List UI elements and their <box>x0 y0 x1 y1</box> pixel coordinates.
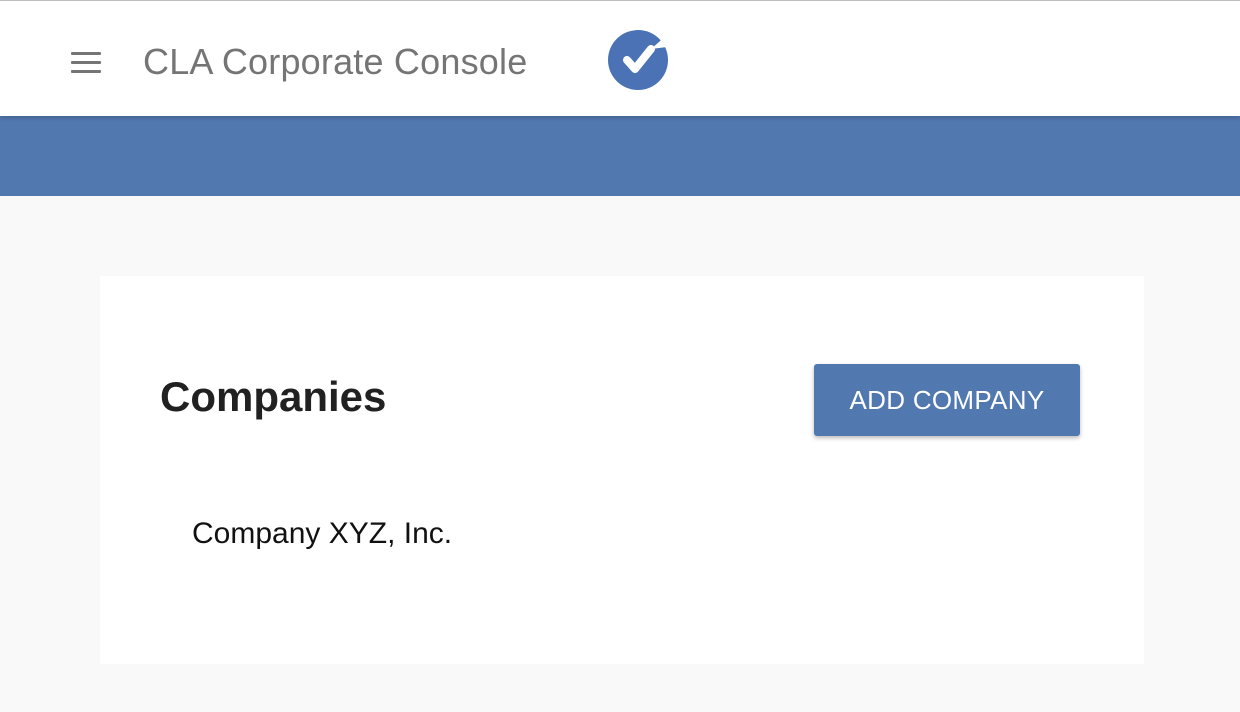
page-title: Companies <box>160 373 387 420</box>
app-title: CLA Corporate Console <box>143 41 528 82</box>
list-item[interactable]: Company XYZ, Inc. <box>192 514 452 554</box>
hamburger-menu-icon[interactable] <box>66 45 106 79</box>
main-content: Companies ADD COMPANY Company XYZ, Inc. <box>0 196 1240 712</box>
checkmark-logo-icon <box>607 29 669 91</box>
top-app-bar: CLA Corporate Console <box>0 0 1240 116</box>
company-list: Company XYZ, Inc. <box>192 514 452 554</box>
header-banner <box>0 116 1240 196</box>
add-company-button[interactable]: ADD COMPANY <box>814 364 1080 436</box>
companies-card: Companies ADD COMPANY Company XYZ, Inc. <box>100 276 1144 664</box>
